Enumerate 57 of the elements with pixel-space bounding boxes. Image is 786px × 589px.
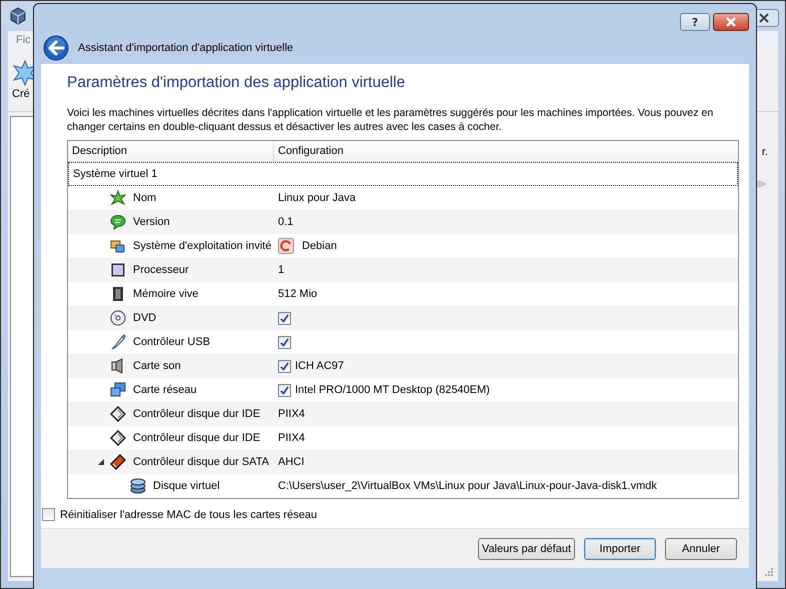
- disc-icon: [110, 310, 126, 326]
- setting-value: Intel PRO/1000 MT Desktop (82540EM): [295, 384, 490, 396]
- setting-name: Carte son: [133, 360, 181, 372]
- network-icon: [110, 382, 126, 398]
- checkbox[interactable]: [278, 312, 291, 324]
- setting-value: AHCI: [278, 456, 304, 468]
- setting-value: Debian: [302, 240, 337, 252]
- setting-name: Contrôleur disque dur IDE: [133, 408, 260, 420]
- swirl-logo-icon: [278, 238, 294, 254]
- resize-grip-icon[interactable]: [764, 567, 774, 577]
- side-text: r.: [762, 146, 768, 158]
- dialog-button[interactable]: Valeurs par défaut: [478, 538, 575, 560]
- setting-name: Carte réseau: [133, 384, 197, 396]
- checkbox[interactable]: [278, 360, 291, 372]
- setting-value: C:\Users\user_2\VirtualBox VMs\Linux pour Java\Linux-pour-Java-disk1.vmdk: [278, 480, 657, 492]
- setting-name: DVD: [133, 312, 156, 324]
- chip-icon: [110, 262, 126, 278]
- setting-name: Nom: [133, 192, 156, 204]
- checkbox-label: Réinitialiser l'adresse MAC de tous les cartes réseau: [60, 508, 318, 520]
- menu-item[interactable]: Fic: [16, 34, 31, 46]
- column-header[interactable]: Description: [68, 141, 274, 161]
- setting-value: Linux pour Java: [278, 192, 356, 204]
- setting-name: Contrôleur disque dur SATA: [133, 456, 269, 468]
- disk-stack-icon: [130, 478, 146, 494]
- checkbox[interactable]: [42, 508, 55, 521]
- back-icon[interactable]: [43, 34, 69, 60]
- instructions-text: Voici les machines virtuelles décrites dans l'application virtuelle et les paramètres suggérés pour les machines importées. Vous pouvez en changer certains en double-cliquant dessus et désactiver les autres avec les cases à cocher.: [67, 106, 714, 134]
- memory-module-icon: [110, 286, 126, 302]
- setting-value: ICH AC97: [295, 360, 344, 372]
- setting-name: Contrôleur USB: [133, 336, 210, 348]
- help-button[interactable]: ?: [680, 13, 710, 31]
- expand-arrow-icon[interactable]: [98, 458, 104, 466]
- speech-bubble-icon: [110, 214, 126, 230]
- dialog-title: Assistant d'importation d'application virtuelle: [78, 42, 294, 54]
- cube-icon: [9, 7, 27, 25]
- setting-name: Disque virtuel: [153, 480, 220, 492]
- usb-plug-icon: [110, 334, 126, 350]
- page-heading: Paramètres d'importation des application virtuelle: [67, 74, 406, 92]
- close-button[interactable]: [713, 13, 749, 31]
- toolbar-button[interactable]: Cré: [8, 58, 40, 102]
- column-header[interactable]: Configuration: [274, 141, 738, 161]
- setting-value: PIIX4: [278, 432, 305, 444]
- group-row[interactable]: Système virtuel 1: [68, 162, 738, 186]
- checkbox[interactable]: [278, 384, 291, 396]
- setting-value: PIIX4: [278, 408, 305, 420]
- star-icon: [110, 190, 126, 206]
- setting-name: Mémoire vive: [133, 288, 198, 300]
- setting-name: Processeur: [133, 264, 189, 276]
- setting-value: 0.1: [278, 216, 294, 228]
- setting-value: 1: [278, 264, 284, 276]
- setting-name: Version: [133, 216, 170, 228]
- dialog-button[interactable]: Importer: [584, 538, 656, 560]
- dialog-button[interactable]: Annuler: [665, 538, 737, 560]
- checkbox[interactable]: [278, 336, 291, 348]
- setting-name: Système d'exploitation invité: [133, 240, 272, 252]
- setting-name: Contrôleur disque dur IDE: [133, 432, 260, 444]
- setting-value: 512 Mio: [278, 288, 318, 300]
